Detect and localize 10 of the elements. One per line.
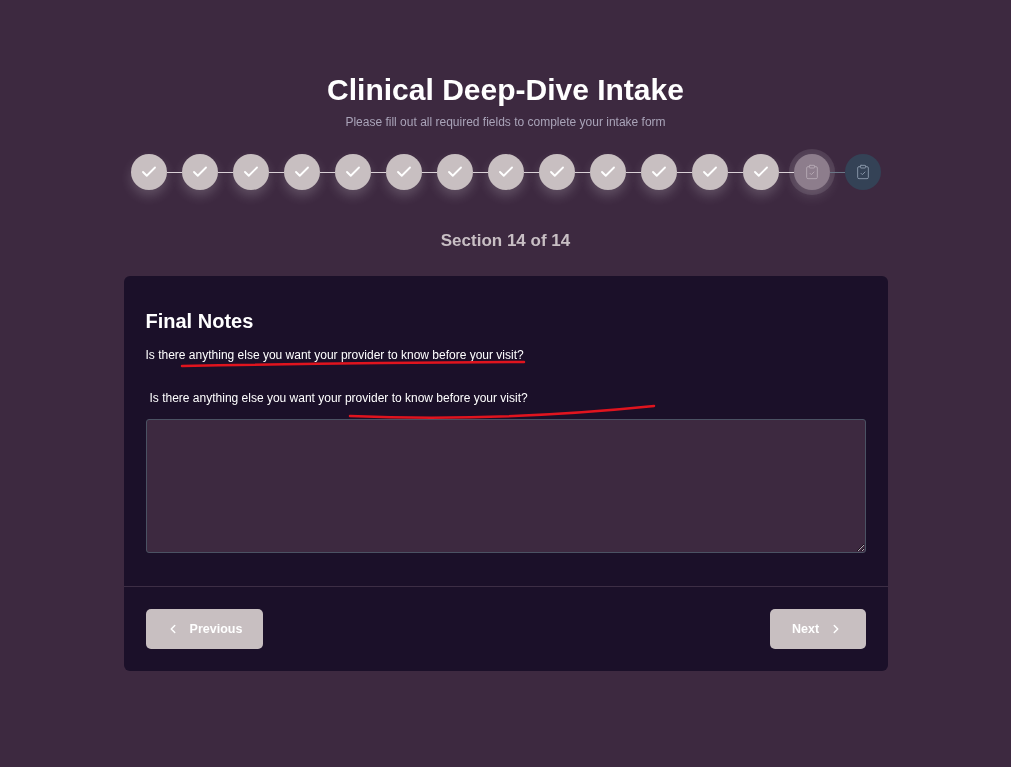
page-title: Clinical Deep-Dive Intake bbox=[327, 72, 684, 108]
clipboard-icon bbox=[854, 164, 871, 180]
section-indicator: Section 14 of 14 bbox=[440, 230, 571, 252]
field-label: Is there anything else you want your provider to know before your visit? bbox=[149, 390, 528, 406]
section-title: Final Notes bbox=[145, 309, 255, 334]
section-description: Is there anything else you want your provider to know before your visit? bbox=[145, 347, 525, 363]
previous-button[interactable]: Previous bbox=[145, 609, 263, 649]
page-subtitle: Please fill out all required fields to complete your intake form bbox=[345, 114, 666, 130]
next-button[interactable]: Next bbox=[769, 609, 866, 649]
clipboard-icon bbox=[803, 164, 820, 180]
